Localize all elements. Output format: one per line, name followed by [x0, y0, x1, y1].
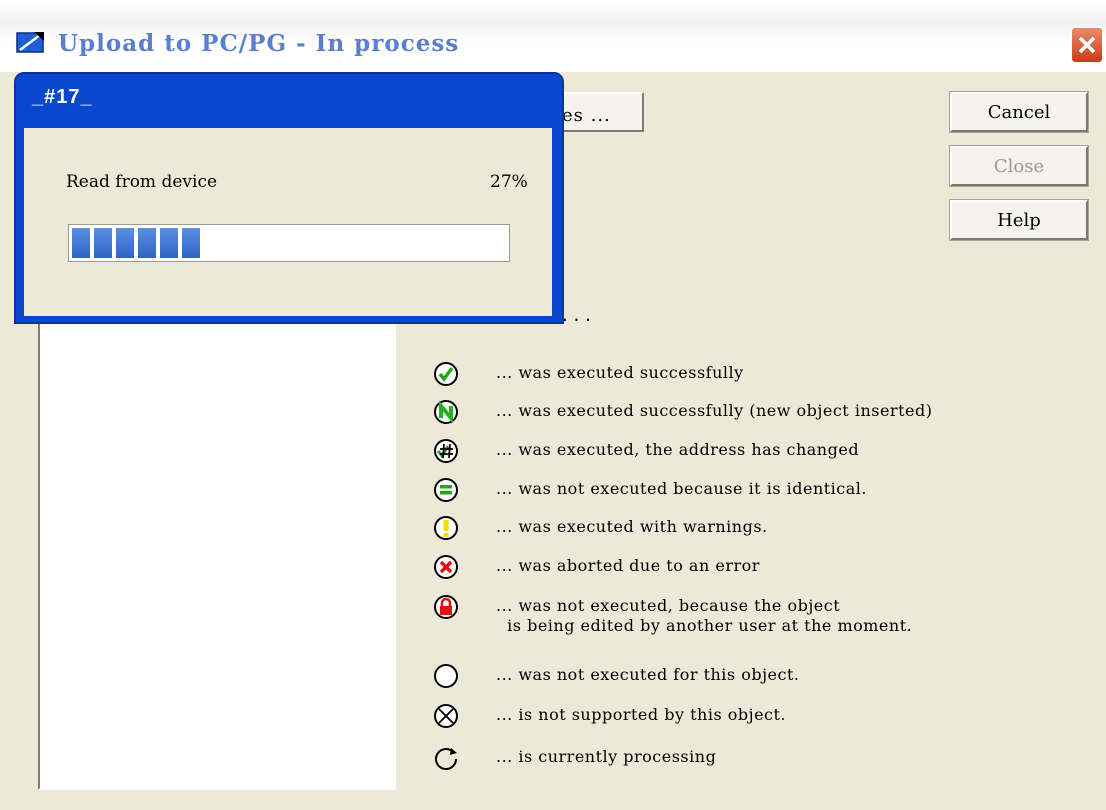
progress-segment — [116, 228, 134, 258]
processing-icon — [432, 744, 460, 772]
progress-bar — [68, 224, 510, 262]
legend-row: ... was executed successfully (new objec… — [432, 397, 932, 427]
legend-row: ... is currently processing — [432, 743, 716, 773]
window-title: Upload to PC/PG - In process — [58, 30, 460, 57]
app-icon — [16, 32, 44, 53]
warning-yellow-icon — [432, 514, 460, 542]
close-window-button[interactable] — [1071, 27, 1103, 63]
close-icon — [1078, 36, 1096, 54]
object-list[interactable] — [38, 318, 396, 790]
progress-segment — [72, 228, 90, 258]
check-green-icon — [432, 360, 460, 388]
help-button[interactable]: Help — [949, 199, 1089, 241]
legend-row: ... was not executed for this object. — [432, 661, 799, 691]
lock-red-icon — [432, 593, 460, 621]
identical-green-icon — [432, 476, 460, 504]
legend-text: ... was aborted due to an error — [496, 556, 760, 575]
popup-body: Read from device 27% — [24, 128, 552, 316]
not-supported-icon — [432, 702, 460, 730]
legend-text: ... was executed with warnings. — [496, 517, 768, 536]
legend-row: ... was not executed, because the object… — [432, 592, 912, 635]
legend-text: ... was executed, the address has change… — [496, 440, 860, 459]
title-bar: Upload to PC/PG - In process — [0, 0, 1106, 72]
new-object-green-icon — [432, 398, 460, 426]
legend-row: ... was not executed because it is ident… — [432, 475, 867, 505]
legend-row: ... was executed successfully — [432, 359, 743, 389]
popup-title: _#17_ — [32, 86, 93, 108]
progress-popup: _#17_ Read from device 27% — [14, 72, 564, 324]
legend-text: ... was not executed for this object. — [496, 665, 800, 684]
progress-segment — [160, 228, 178, 258]
close-button[interactable]: Close — [949, 145, 1089, 187]
legend-text: ... is not supported by this object. — [496, 705, 787, 724]
address-changed-icon — [432, 437, 460, 465]
legend-row: ... was executed with warnings. — [432, 513, 767, 543]
progress-segment — [182, 228, 200, 258]
legend-row: ... is not supported by this object. — [432, 701, 786, 731]
legend-row: ... was executed, the address has change… — [432, 436, 859, 466]
legend-text: ... was not executed, because the object… — [496, 596, 913, 635]
error-red-icon — [432, 553, 460, 581]
details-button-label: es ... — [562, 105, 611, 126]
progress-segment — [94, 228, 112, 258]
legend-heading-ellipsis: ... — [560, 306, 595, 325]
cancel-button[interactable]: Cancel — [949, 91, 1089, 133]
legend-row: ... was aborted due to an error — [432, 552, 759, 582]
legend-text: ... was executed successfully — [496, 363, 744, 382]
progress-label: Read from device — [66, 172, 218, 192]
legend-text: ... was executed successfully (new objec… — [496, 401, 933, 420]
legend-text: ... is currently processing — [496, 747, 717, 766]
progress-percent: 27% — [490, 172, 528, 192]
progress-segment — [138, 228, 156, 258]
legend-text: ... was not executed because it is ident… — [496, 479, 867, 498]
not-executed-circle-icon — [432, 662, 460, 690]
